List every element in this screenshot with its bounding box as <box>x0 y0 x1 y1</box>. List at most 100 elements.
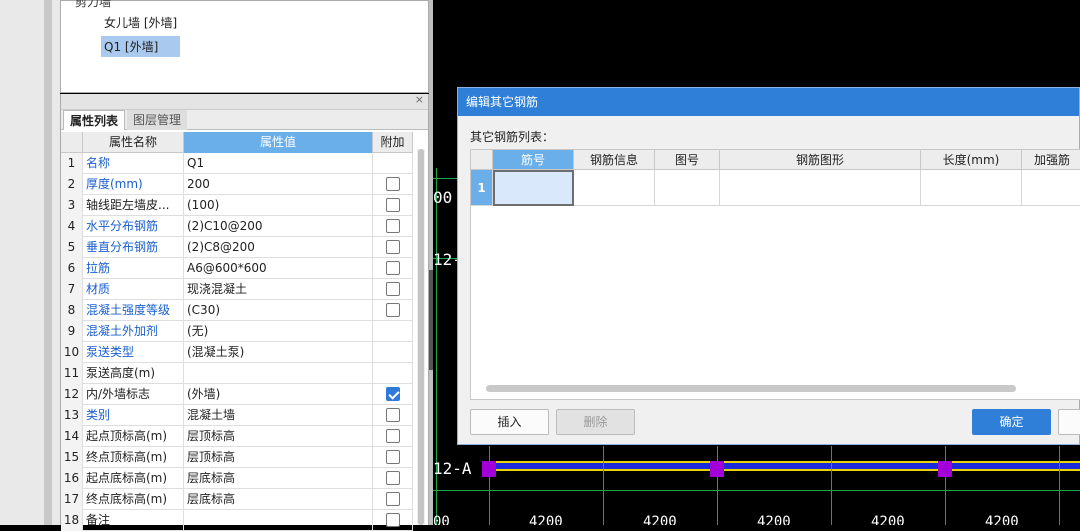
property-row[interactable]: 18 备注 <box>61 510 413 531</box>
delete-button[interactable]: 删除 <box>556 409 635 435</box>
tab-layers[interactable]: 图层管理 <box>127 110 188 130</box>
property-row[interactable]: 1 名称 Q1 <box>61 153 413 174</box>
vertical-scrollbar[interactable] <box>417 149 425 525</box>
header-num <box>61 132 83 153</box>
attach-cell <box>373 300 413 321</box>
attach-checkbox[interactable] <box>386 450 400 464</box>
tree-item-q1-selected[interactable]: Q1 [外墙] <box>101 36 180 57</box>
col-length[interactable]: 长度(mm) <box>921 150 1022 170</box>
property-value[interactable]: (C30) <box>184 300 373 321</box>
property-value[interactable]: (100) <box>184 195 373 216</box>
col-bar-number[interactable]: 筋号 <box>493 150 574 170</box>
tree-parent-label[interactable]: 剪力墙 <box>75 0 111 10</box>
property-row[interactable]: 17 终点底标高(m) 层底标高 <box>61 489 413 510</box>
row-number: 8 <box>61 300 83 321</box>
property-row[interactable]: 16 起点底标高(m) 层底标高 <box>61 468 413 489</box>
property-value[interactable]: 200 <box>184 174 373 195</box>
attach-checkbox[interactable] <box>386 471 400 485</box>
cell-reinforcement[interactable] <box>1022 170 1080 206</box>
col-bar-info[interactable]: 钢筋信息 <box>574 150 655 170</box>
property-row[interactable]: 3 轴线距左墙皮... (100) <box>61 195 413 216</box>
attach-checkbox[interactable] <box>386 408 400 422</box>
attach-checkbox[interactable] <box>386 429 400 443</box>
property-row[interactable]: 14 起点顶标高(m) 层顶标高 <box>61 426 413 447</box>
col-reinforcement[interactable]: 加强筋 <box>1022 150 1080 170</box>
column-marker <box>482 461 496 477</box>
property-row[interactable]: 2 厚度(mm) 200 <box>61 174 413 195</box>
dimension-tick <box>945 446 946 525</box>
property-row[interactable]: 12 内/外墙标志 (外墙) <box>61 384 413 405</box>
property-value[interactable]: A6@600*600 <box>184 258 373 279</box>
tree-item-parapet[interactable]: 女儿墙 [外墙] <box>101 12 180 33</box>
attach-checkbox[interactable] <box>386 198 400 212</box>
property-row[interactable]: 13 类别 混凝土墙 <box>61 405 413 426</box>
wall-edge <box>488 461 1080 463</box>
property-value[interactable]: (无) <box>184 321 373 342</box>
cancel-button[interactable] <box>1058 409 1080 435</box>
property-value[interactable] <box>184 510 373 531</box>
insert-button[interactable]: 插入 <box>470 409 549 435</box>
property-value[interactable]: 层底标高 <box>184 489 373 510</box>
cell-shape-no[interactable] <box>655 170 720 206</box>
header-attach[interactable]: 附加 <box>373 132 413 153</box>
attach-checkbox[interactable] <box>386 261 400 275</box>
property-value[interactable]: (混凝土泵) <box>184 342 373 363</box>
left-gutter <box>0 0 60 525</box>
property-row[interactable]: 7 材质 现浇混凝土 <box>61 279 413 300</box>
component-tree: 剪力墙 女儿墙 [外墙] Q1 [外墙] <box>60 0 429 93</box>
property-row[interactable]: 4 水平分布钢筋 (2)C10@200 <box>61 216 413 237</box>
col-shape-no[interactable]: 图号 <box>655 150 720 170</box>
property-value[interactable]: (2)C8@200 <box>184 237 373 258</box>
cell-bar-number[interactable] <box>493 170 574 206</box>
ok-button[interactable]: 确定 <box>972 409 1051 435</box>
property-row[interactable]: 6 拉筋 A6@600*600 <box>61 258 413 279</box>
scrollbar-thumb[interactable] <box>418 149 424 525</box>
attach-cell <box>373 258 413 279</box>
property-value[interactable]: (外墙) <box>184 384 373 405</box>
header-value[interactable]: 属性值 <box>184 132 373 153</box>
dimension-label: 4200 <box>757 514 791 525</box>
property-name: 混凝土强度等级 <box>83 300 184 321</box>
property-value[interactable]: 层底标高 <box>184 468 373 489</box>
property-row[interactable]: 10 泵送类型 (混凝土泵) <box>61 342 413 363</box>
panel-tabs: 属性列表 图层管理 <box>61 110 428 130</box>
attach-checkbox[interactable] <box>386 387 400 401</box>
property-row[interactable]: 5 垂直分布钢筋 (2)C8@200 <box>61 237 413 258</box>
property-value[interactable]: 层顶标高 <box>184 426 373 447</box>
cell-bar-info[interactable] <box>574 170 655 206</box>
header-name[interactable]: 属性名称 <box>83 132 184 153</box>
attach-checkbox[interactable] <box>386 177 400 191</box>
horizontal-scrollbar[interactable] <box>486 385 1016 392</box>
attach-cell <box>373 279 413 300</box>
property-value[interactable]: 混凝土墙 <box>184 405 373 426</box>
column-marker <box>938 461 952 477</box>
property-value[interactable] <box>184 363 373 384</box>
attach-checkbox[interactable] <box>386 219 400 233</box>
col-bar-shape[interactable]: 钢筋图形 <box>720 150 921 170</box>
row-number: 2 <box>61 174 83 195</box>
attach-checkbox[interactable] <box>386 303 400 317</box>
property-name: 泵送高度(m) <box>83 363 184 384</box>
cell-bar-shape[interactable] <box>720 170 921 206</box>
attach-checkbox[interactable] <box>386 282 400 296</box>
close-icon[interactable]: × <box>415 93 424 106</box>
property-row[interactable]: 15 终点顶标高(m) 层顶标高 <box>61 447 413 468</box>
property-value[interactable]: 层顶标高 <box>184 447 373 468</box>
dialog-title[interactable]: 编辑其它钢筋 <box>458 88 1079 116</box>
property-name: 终点顶标高(m) <box>83 447 184 468</box>
property-row[interactable]: 9 混凝土外加剂 (无) <box>61 321 413 342</box>
cell-length[interactable] <box>921 170 1022 206</box>
tab-properties[interactable]: 属性列表 <box>63 110 126 130</box>
row-number[interactable]: 1 <box>471 170 493 206</box>
row-number: 3 <box>61 195 83 216</box>
row-number: 17 <box>61 489 83 510</box>
attach-checkbox[interactable] <box>386 492 400 506</box>
property-row[interactable]: 11 泵送高度(m) <box>61 363 413 384</box>
attach-cell <box>373 510 413 531</box>
property-row[interactable]: 8 混凝土强度等级 (C30) <box>61 300 413 321</box>
property-value[interactable]: Q1 <box>184 153 373 174</box>
property-name: 泵送类型 <box>83 342 184 363</box>
property-value[interactable]: (2)C10@200 <box>184 216 373 237</box>
property-value[interactable]: 现浇混凝土 <box>184 279 373 300</box>
attach-checkbox[interactable] <box>386 240 400 254</box>
